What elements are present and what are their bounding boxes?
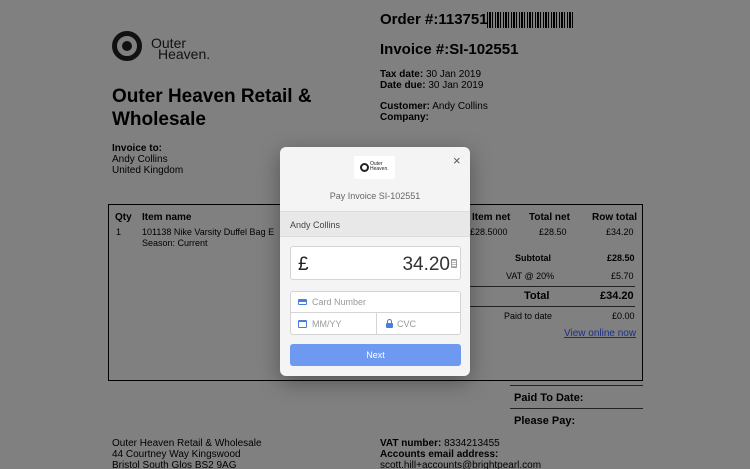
calculator-icon bbox=[451, 259, 457, 268]
col-header-total-net: Total net bbox=[529, 212, 570, 223]
card-details-group: Card Number MM/YY CVC bbox=[290, 291, 461, 335]
col-header-item-net: Item net bbox=[472, 212, 511, 223]
close-icon[interactable]: × bbox=[453, 153, 461, 168]
footer-vat-email: VAT number: 8334213455 Accounts email ad… bbox=[380, 438, 542, 469]
footer-address: Outer Heaven Retail & Wholesale 44 Court… bbox=[112, 438, 262, 469]
col-header-qty: Qty bbox=[115, 212, 132, 223]
row-qty: 1 bbox=[116, 227, 122, 237]
vat-value: £5.70 bbox=[611, 271, 634, 281]
card-number-placeholder: Card Number bbox=[312, 297, 367, 307]
totals-divider-bottom bbox=[470, 306, 635, 307]
col-header-row-total: Row total bbox=[592, 212, 637, 223]
due-date: Date due: 30 Jan 2019 bbox=[380, 80, 484, 91]
please-pay-label: Please Pay: bbox=[514, 415, 576, 427]
col-header-item: Item name bbox=[142, 212, 192, 223]
totals-divider-top bbox=[470, 286, 635, 287]
row-item-net: £28.5000 bbox=[470, 227, 508, 237]
modal-customer-name: Andy Collins bbox=[280, 211, 470, 237]
logo-text-line2: Heaven. bbox=[158, 46, 211, 62]
invoice-number: Invoice #:SI-102551 bbox=[380, 41, 519, 58]
modal-logo-disc-icon bbox=[360, 163, 369, 172]
please-pay-divider bbox=[510, 408, 643, 409]
customer-line: Customer: Andy Collins bbox=[380, 101, 488, 112]
row-item: 101138 Nike Varsity Duffel Bag E Season:… bbox=[142, 227, 275, 248]
modal-logo: Outer Heaven. bbox=[354, 156, 395, 179]
invoice-to: Invoice to: Andy Collins United Kingdom bbox=[112, 143, 184, 176]
expiry-input[interactable]: MM/YY bbox=[291, 313, 376, 335]
company-name: Outer Heaven Retail & Wholesale bbox=[112, 86, 312, 130]
subtotal-value: £28.50 bbox=[607, 253, 635, 263]
barcode-icon bbox=[487, 12, 573, 28]
cvc-input[interactable]: CVC bbox=[377, 313, 460, 335]
lock-icon bbox=[386, 319, 393, 328]
modal-title: Pay Invoice SI-102551 bbox=[329, 191, 421, 201]
paid-value: £0.00 bbox=[612, 311, 635, 321]
order-number: Order #:113751 bbox=[380, 11, 488, 28]
currency-symbol: £ bbox=[298, 254, 309, 275]
amount-field[interactable]: £ 34.20 bbox=[290, 246, 461, 280]
vat-label: VAT @ 20% bbox=[506, 271, 555, 281]
payment-modal: Outer Heaven. × Pay Invoice SI-102551 An… bbox=[280, 147, 470, 376]
calendar-icon bbox=[298, 320, 307, 328]
total-value: £34.20 bbox=[600, 290, 634, 302]
cvc-placeholder: CVC bbox=[397, 319, 417, 329]
company-label: Company: bbox=[380, 112, 429, 123]
next-button[interactable]: Next bbox=[290, 344, 461, 366]
row-total-net: £28.50 bbox=[539, 227, 567, 237]
amount-value: 34.20 bbox=[402, 254, 450, 275]
view-online-link[interactable]: View online now bbox=[564, 328, 636, 339]
credit-card-icon bbox=[298, 299, 307, 305]
row-row-total: £34.20 bbox=[606, 227, 634, 237]
card-number-input[interactable]: Card Number bbox=[291, 292, 460, 313]
paid-label: Paid to date bbox=[504, 311, 553, 321]
total-label: Total bbox=[524, 290, 550, 302]
paid-to-date-divider bbox=[510, 385, 643, 386]
subtotal-label: Subtotal bbox=[515, 253, 551, 263]
tax-date: Tax date: 30 Jan 2019 bbox=[380, 69, 482, 80]
logo-disc-icon bbox=[112, 31, 142, 61]
paid-to-date-label: Paid To Date: bbox=[514, 392, 584, 404]
expiry-placeholder: MM/YY bbox=[312, 319, 342, 329]
